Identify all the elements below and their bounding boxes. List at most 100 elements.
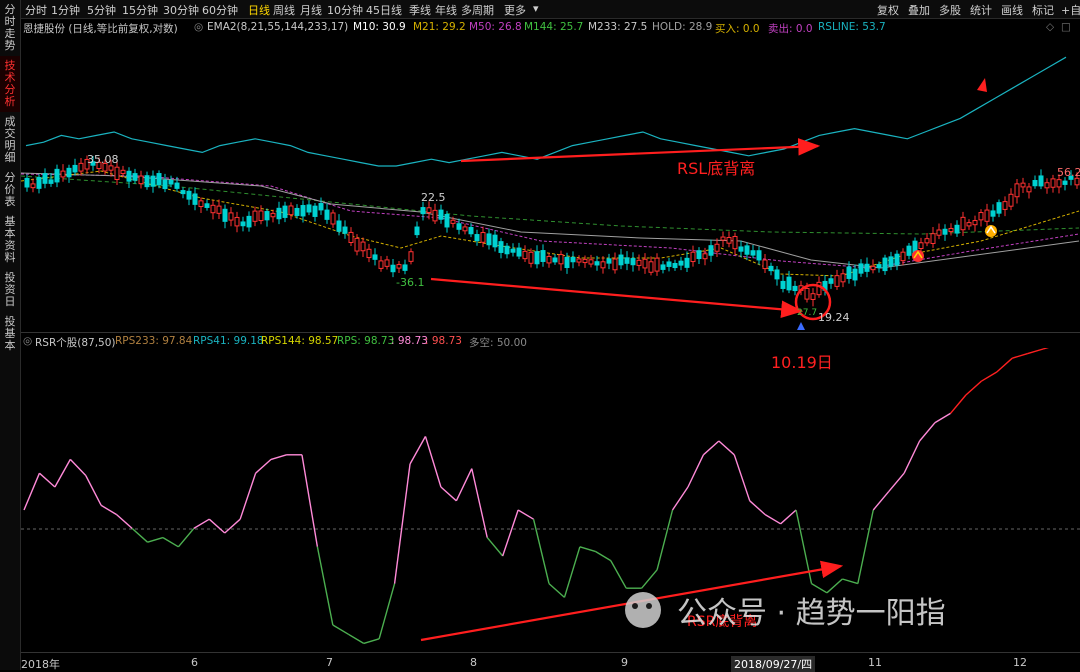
period-tab-6[interactable]: 日线 (248, 2, 270, 18)
price-label-right: 56.2 (1057, 166, 1080, 179)
rsr-settings-icon[interactable]: ◎ (23, 335, 32, 347)
candle-body (558, 254, 564, 265)
rsr-segment (919, 422, 936, 442)
rsr-segment (38, 472, 56, 488)
period-tab-12[interactable]: 年线 (435, 2, 457, 18)
period-tab-4[interactable]: 30分钟 (163, 2, 199, 18)
main-price-chart[interactable]: 35.08 22.5 -36.1 19.24 27.7 56.2 RSL底背离 (21, 36, 1080, 332)
candle-body (60, 170, 66, 178)
rsr-segment (409, 436, 427, 465)
candle-body (402, 264, 408, 271)
candle-body (162, 179, 168, 190)
toolbar-button-1[interactable]: 叠加 (908, 2, 930, 18)
sidebar-item-6[interactable]: 投基本 (0, 312, 20, 356)
candle-body (978, 212, 984, 221)
candle-body (282, 205, 288, 218)
candle-body (636, 259, 642, 266)
candle-body (966, 222, 972, 227)
candle-body (66, 167, 72, 178)
candle-body (930, 233, 936, 244)
rsr-segment (826, 578, 843, 594)
rsr-segment (888, 472, 905, 493)
candle-body (396, 264, 402, 269)
toolbar-button-5[interactable]: 标记 (1032, 2, 1054, 18)
rsr-segment (224, 518, 241, 534)
sidebar-item-2[interactable]: 成交明细 (0, 112, 20, 168)
candle-body (222, 208, 228, 222)
rsr-segment (780, 509, 797, 525)
toolbar-button-0[interactable]: 复权 (877, 2, 899, 18)
sidebar-item-5[interactable]: 投资日 (0, 268, 20, 312)
m144-value: M144: 25.7 (524, 21, 584, 33)
candle-body (372, 254, 378, 260)
rsr-indicator-chart[interactable]: 10.19日 RSR底背离 公众号 · 趋势一阳指 (21, 348, 1080, 652)
candle-body (198, 200, 204, 208)
period-tab-14[interactable]: 更多 (504, 2, 526, 18)
candle-body (600, 261, 606, 269)
candle-body (834, 275, 840, 287)
sidebar-item-1[interactable]: 技术分析 (0, 56, 20, 112)
candle-body (900, 251, 906, 262)
period-tab-9[interactable]: 10分钟 (327, 2, 363, 18)
period-tab-11[interactable]: 季线 (409, 2, 431, 18)
diamond-icon[interactable]: ◇ (1046, 21, 1054, 33)
rps-value: RPS: 98.73 (337, 335, 395, 347)
rsr-segment (641, 569, 658, 589)
sidebar-item-0[interactable]: 分时走势 (0, 0, 20, 56)
period-tab-0[interactable]: 分时 (25, 2, 47, 18)
period-tab-8[interactable]: 月线 (300, 2, 322, 18)
candle-body (738, 246, 744, 252)
expand-icon[interactable]: □ (1061, 21, 1071, 33)
candle-body (48, 179, 54, 184)
candle-body (726, 237, 732, 244)
period-tab-5[interactable]: 60分钟 (202, 2, 238, 18)
period-tab-1[interactable]: 1分钟 (51, 2, 80, 18)
candle-body (750, 250, 756, 256)
candle-body (1020, 182, 1026, 188)
candle-body (486, 233, 492, 246)
candle-body (480, 232, 486, 243)
more-dropdown-icon[interactable]: ▾ (533, 2, 539, 15)
candle-body (474, 234, 480, 242)
toolbar-button-2[interactable]: 多股 (939, 2, 961, 18)
candle-body (258, 210, 264, 222)
candle-body (774, 269, 780, 280)
period-tab-7[interactable]: 周线 (273, 2, 295, 18)
m233-value: M233: 27.5 (588, 21, 648, 33)
x-axis: 2018年 6 7 8 9 2018/09/27/四 11 12 (21, 652, 1080, 672)
period-tab-10[interactable]: 45日线 (366, 2, 402, 18)
candle-body (858, 263, 864, 274)
candle-body (204, 203, 210, 208)
toolbar-button-4[interactable]: 画线 (1001, 2, 1023, 18)
price-label-low-right-b: 27.7 (797, 308, 817, 318)
candle-body (228, 212, 234, 221)
candle-body (690, 251, 696, 263)
toolbar-button-6[interactable]: +自 (1061, 2, 1080, 18)
sidebar-item-4[interactable]: 基本资料 (0, 212, 20, 268)
candle-body (780, 280, 786, 289)
candle-body (1038, 175, 1044, 187)
candle-body (714, 243, 720, 252)
rsl-divergence-arrow (460, 138, 821, 163)
m10-value: M10: 30.9 (353, 21, 406, 33)
candle-body (456, 223, 462, 230)
candle-body (504, 245, 510, 255)
rsr-segment (239, 472, 257, 520)
rsr-segment (594, 550, 612, 562)
period-tab-13[interactable]: 多周期 (461, 2, 494, 18)
rsr-segment (548, 583, 565, 598)
sell-value: 卖出: 0.0 (768, 23, 813, 35)
x-axis-label-3: 8 (470, 656, 477, 669)
sidebar-item-3[interactable]: 分价表 (0, 168, 20, 212)
period-tab-3[interactable]: 15分钟 (122, 2, 158, 18)
candle-body (468, 226, 474, 235)
x-axis-label-6: 11 (868, 656, 882, 669)
rsr-segment (996, 357, 1013, 373)
watermark-text: 公众号 · 趋势一阳指 (677, 596, 946, 631)
toolbar-button-3[interactable]: 统计 (970, 2, 992, 18)
rsr-segment (811, 582, 828, 594)
indicator-settings-icon[interactable]: ◎ (194, 21, 203, 33)
candle-body (300, 205, 306, 217)
rsr-segment (980, 371, 998, 382)
period-tab-2[interactable]: 5分钟 (87, 2, 116, 18)
